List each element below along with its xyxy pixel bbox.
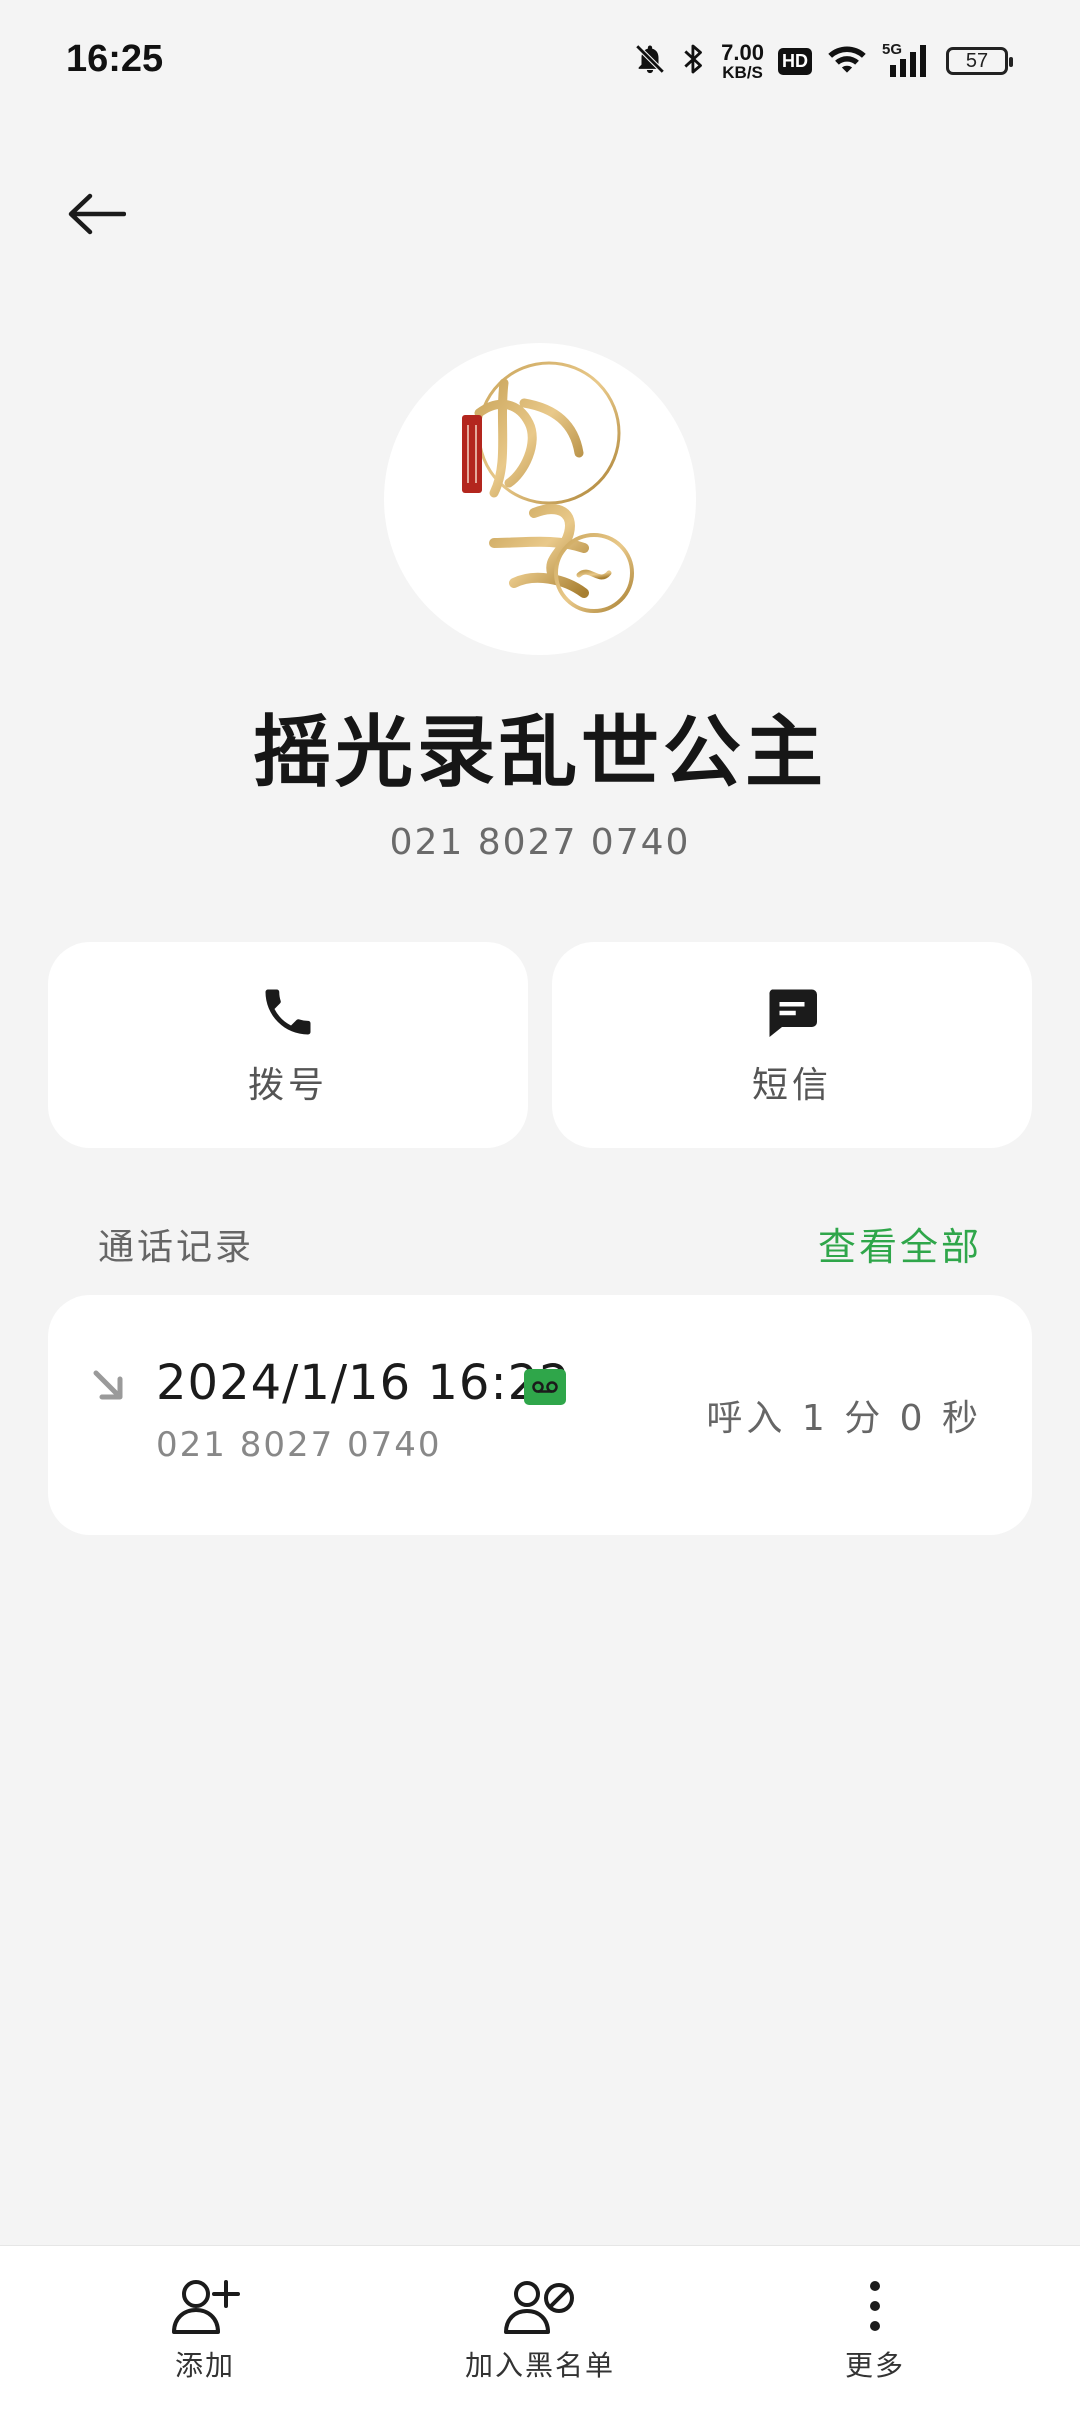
- call-log-title: 通话记录: [98, 1227, 255, 1268]
- status-time: 16:25: [66, 38, 164, 80]
- call-button-label: 拨号: [247, 1065, 328, 1106]
- bottom-action-bar: 添加 加入黑名单 更多: [0, 2245, 1080, 2413]
- back-button[interactable]: [60, 182, 132, 246]
- avatar-calligraphy-logo: [462, 361, 634, 613]
- add-person-icon: [172, 2280, 240, 2334]
- add-to-blacklist-button[interactable]: 加入黑名单: [430, 2276, 650, 2384]
- more-vertical-icon: [870, 2281, 880, 2331]
- hd-icon: HD: [778, 47, 812, 75]
- contact-name: 摇光录乱世公主: [252, 708, 827, 798]
- network-speed: 7.00 KB/S: [721, 39, 764, 82]
- incoming-call-arrow-icon: [88, 1365, 128, 1409]
- message-button[interactable]: 短信: [552, 942, 1032, 1148]
- call-log-detail: 呼入 1 分 0 秒: [706, 1398, 982, 1439]
- call-log-datetime: 2024/1/16 16:22: [156, 1355, 571, 1411]
- arrow-left-icon: [68, 193, 126, 235]
- phone-icon: [265, 989, 311, 1035]
- more-button[interactable]: 更多: [815, 2276, 935, 2384]
- cellular-signal-icon: 5G: [882, 41, 932, 79]
- contact-avatar: [384, 343, 696, 655]
- contact-number: 021 8027 0740: [389, 822, 691, 863]
- call-log-number: 021 8027 0740: [156, 1425, 442, 1465]
- battery-level: 57: [965, 49, 989, 72]
- status-icons: 7.00 KB/S HD 5G 57: [633, 36, 1013, 86]
- status-bar: 16:25 7.00 KB/S HD 5G 57: [0, 0, 1080, 125]
- add-contact-label: 添加: [174, 2349, 235, 2382]
- bell-muted-icon: [633, 42, 667, 80]
- message-icon: [769, 989, 817, 1037]
- battery-icon: 57: [946, 47, 1013, 75]
- add-contact-button[interactable]: 添加: [145, 2276, 265, 2384]
- bluetooth-icon: [681, 42, 707, 80]
- call-button[interactable]: 拨号: [48, 942, 528, 1148]
- recording-icon[interactable]: [524, 1369, 566, 1405]
- view-all-link[interactable]: 查看全部: [818, 1216, 982, 1271]
- more-label: 更多: [844, 2349, 905, 2382]
- block-person-icon: [504, 2281, 574, 2334]
- message-button-label: 短信: [751, 1065, 832, 1106]
- call-log-entry[interactable]: 2024/1/16 16:22 021 8027 0740 呼入 1 分 0 秒: [48, 1295, 1032, 1535]
- add-to-blacklist-label: 加入黑名单: [464, 2349, 615, 2382]
- wifi-icon: [826, 42, 868, 80]
